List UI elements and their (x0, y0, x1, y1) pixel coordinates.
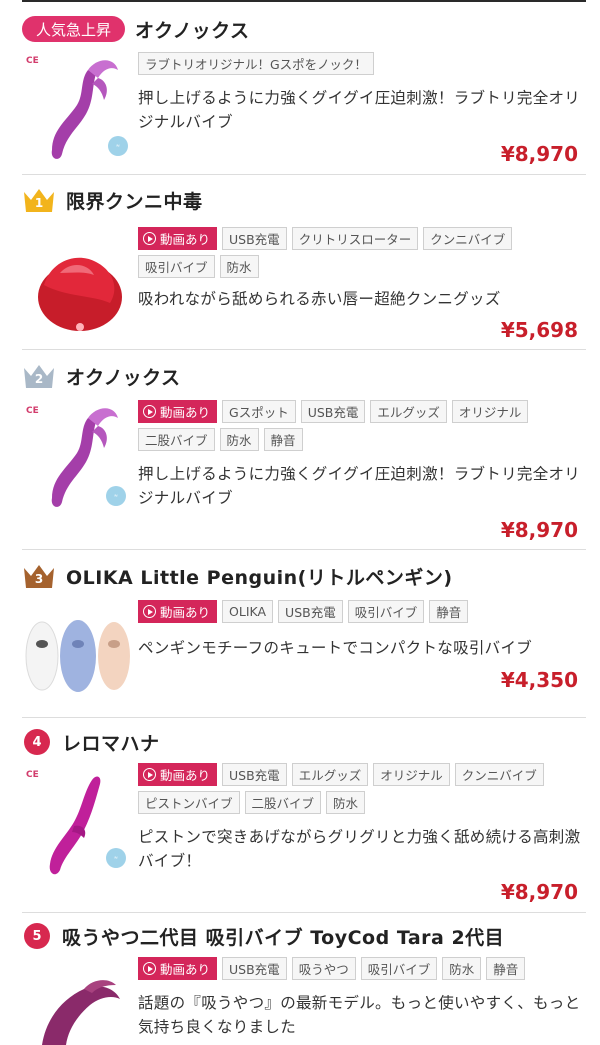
play-icon (143, 605, 156, 618)
ranking-item-5[interactable]: 5 吸うやつ二代目 吸引バイブ ToyCod Tara 2代目 動画あり USB… (0, 913, 600, 1045)
gold-crown-icon: 1 (22, 186, 56, 214)
tag[interactable]: OLIKA (222, 600, 274, 623)
tag[interactable]: ピストンバイブ (138, 791, 240, 814)
ranking-item-trending[interactable]: 人気急上昇 オクノックス CE ≈ ラブトリオリジナル！Gスポをノック！ 押し上… (0, 0, 600, 175)
product-title[interactable]: 限界クンニ中毒 (66, 187, 203, 214)
silver-crown-icon: 2 (22, 362, 56, 390)
tag[interactable]: オリジナル (451, 400, 529, 423)
tag[interactable]: USB充電 (300, 400, 366, 423)
product-price: ¥8,970 (500, 142, 578, 166)
tag[interactable]: クンニバイブ (454, 763, 544, 786)
product-image[interactable] (22, 225, 132, 345)
product-price: ¥8,970 (500, 880, 578, 904)
tag[interactable]: USB充電 (222, 957, 287, 980)
product-title[interactable]: 吸うやつ二代目 吸引バイブ ToyCod Tara 2代目 (62, 923, 504, 950)
ranking-item-1[interactable]: 1 限界クンニ中毒 動画あり USB充電 クリトリスローター クンニバイブ 吸引… (0, 175, 600, 350)
tag[interactable]: 防水 (219, 428, 259, 451)
waterproof-icon: ≈ (108, 136, 128, 156)
tag-list: ラブトリオリジナル！Gスポをノック！ (138, 52, 584, 75)
video-available-tag[interactable]: 動画あり (138, 957, 218, 980)
tag[interactable]: 吸うやつ (291, 957, 356, 980)
product-description: 話題の『吸うやつ』の最新モデル。もっと使いやすく、もっと気持ち良くなりました (138, 994, 581, 1036)
tag[interactable]: USB充電 (222, 763, 287, 786)
bronze-crown-icon: 3 (22, 562, 56, 590)
product-price: ¥4,350 (500, 668, 578, 692)
play-icon (143, 232, 156, 245)
product-price: ¥8,970 (500, 518, 578, 542)
product-title[interactable]: オクノックス (135, 16, 250, 43)
tag[interactable]: 防水 (442, 957, 482, 980)
tag[interactable]: 静音 (429, 600, 469, 623)
tag-list: 動画あり USB充電 エルグッズ オリジナル クンニバイブ ピストンバイブ 二股… (138, 763, 584, 814)
tag[interactable]: 防水 (326, 791, 366, 814)
ranking-item-3[interactable]: 3 OLIKA Little Penguin(リトルペンギン) 動画あり OLI… (0, 550, 600, 718)
tag[interactable]: USB充電 (278, 600, 343, 623)
play-icon (143, 405, 156, 418)
waterproof-icon: ≈ (106, 486, 126, 506)
video-available-tag[interactable]: 動画あり (138, 763, 218, 786)
play-icon (143, 768, 156, 781)
tag[interactable]: 二股バイブ (244, 791, 322, 814)
ranking-item-4[interactable]: 4 レロマハナ CE ≈ 動画あり USB充電 エルグッズ オリジナル クンニバ… (0, 718, 600, 913)
tag-list: 動画あり USB充電 クリトリスローター クンニバイブ 吸引バイブ 防水 (138, 227, 584, 278)
product-description: 押し上げるように力強くグイグイ圧迫刺激！ラブトリ完全オリジナルバイブ (138, 89, 581, 131)
tag[interactable]: クリトリスローター (291, 227, 419, 250)
tag[interactable]: 吸引バイブ (347, 600, 425, 623)
video-available-tag[interactable]: 動画あり (138, 227, 218, 250)
tag[interactable]: エルグッズ (291, 763, 369, 786)
tag-list: 動画あり Gスポット USB充電 エルグッズ オリジナル 二股バイブ 防水 静音 (138, 400, 584, 451)
product-description: ペンギンモチーフのキュートでコンパクトな吸引バイブ (138, 639, 533, 657)
product-image[interactable] (22, 959, 132, 1045)
rank-number-badge: 4 (24, 729, 50, 755)
tag[interactable]: クンニバイブ (423, 227, 513, 250)
tag-list: 動画あり USB充電 吸うやつ 吸引バイブ 防水 静音 (138, 957, 584, 980)
trending-badge: 人気急上昇 (22, 16, 126, 42)
product-description: 吸われながら舐められる赤い唇ー超絶クンニグッズ (138, 290, 501, 308)
tag[interactable]: 吸引バイブ (360, 957, 438, 980)
ranking-item-2[interactable]: 2 オクノックス CE ≈ 動画あり Gスポット USB充電 エルグッズ オリジ… (0, 350, 600, 550)
product-title[interactable]: オクノックス (66, 363, 181, 390)
tag[interactable]: 防水 (219, 255, 259, 278)
waterproof-icon: ≈ (106, 848, 126, 868)
product-description: 押し上げるように力強くグイグイ圧迫刺激！ラブトリ完全オリジナルバイブ (138, 465, 581, 507)
play-icon (143, 962, 156, 975)
tag[interactable]: 静音 (486, 957, 526, 980)
video-available-tag[interactable]: 動画あり (138, 600, 218, 623)
video-available-tag[interactable]: 動画あり (138, 400, 218, 423)
product-description: ピストンで突きあげながらグリグリと力強く舐め続ける高刺激バイブ！ (138, 828, 581, 870)
tag[interactable]: Gスポット (222, 400, 296, 423)
rank-number-badge: 5 (24, 923, 50, 949)
tag[interactable]: エルグッズ (370, 400, 447, 423)
tag[interactable]: オリジナル (373, 763, 450, 786)
product-image[interactable] (22, 608, 132, 708)
tag[interactable]: USB充電 (222, 227, 287, 250)
tag[interactable]: 二股バイブ (138, 428, 215, 451)
tag-list: 動画あり OLIKA USB充電 吸引バイブ 静音 (138, 600, 584, 623)
product-title[interactable]: レロマハナ (62, 729, 160, 756)
tag[interactable]: 吸引バイブ (138, 255, 215, 278)
product-title[interactable]: OLIKA Little Penguin(リトルペンギン) (66, 563, 453, 590)
tag[interactable]: ラブトリオリジナル！Gスポをノック！ (138, 52, 374, 75)
tag[interactable]: 静音 (263, 428, 303, 451)
product-price: ¥5,698 (500, 318, 578, 342)
